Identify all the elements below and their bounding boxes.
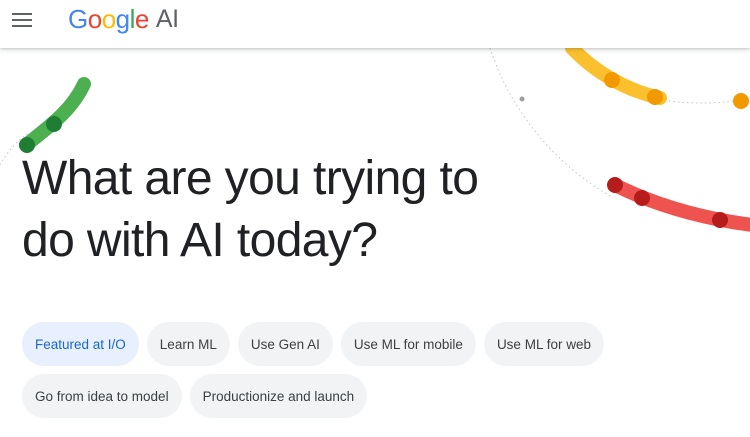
chip-use-ml-for-mobile[interactable]: Use ML for mobile	[340, 322, 476, 366]
orbit-line-top-right	[659, 99, 746, 104]
chip-productionize-and-launch[interactable]: Productionize and launch	[189, 374, 368, 418]
page: G o o g l e AI What are you trying to do…	[0, 0, 750, 437]
orbit-dot	[519, 96, 525, 102]
orange-dot	[733, 93, 749, 109]
logo-letter: g	[115, 3, 130, 34]
chip-featured-at-io[interactable]: Featured at I/O	[22, 322, 139, 366]
green-dot	[46, 116, 62, 132]
hero-headline-line-1: What are you trying to	[22, 152, 479, 205]
yellow-arc	[565, 41, 667, 105]
google-ai-logo[interactable]: G o o g l e AI	[68, 4, 179, 34]
logo-letter: e	[134, 3, 149, 34]
logo-suffix: AI	[155, 4, 179, 33]
chip-use-ml-for-web[interactable]: Use ML for web	[483, 322, 604, 366]
hamburger-menu-icon	[12, 13, 32, 27]
red-dot	[712, 212, 728, 228]
chip-use-gen-ai[interactable]: Use Gen AI	[237, 322, 333, 366]
hero-headline-line-2: do with AI today?	[22, 214, 378, 267]
top-app-bar: G o o g l e AI	[0, 0, 750, 48]
chip-row: Go from idea to model Productionize and …	[22, 374, 642, 418]
green-arc	[19, 77, 91, 152]
logo-letter: o	[87, 3, 102, 34]
hero-headline: What are you trying to do with AI today?	[22, 148, 622, 272]
menu-button[interactable]	[4, 0, 40, 40]
chip-go-from-idea-to-model[interactable]: Go from idea to model	[22, 374, 182, 418]
chip-learn-ml[interactable]: Learn ML	[146, 322, 230, 366]
red-dot	[634, 190, 650, 206]
orange-dot	[604, 72, 620, 88]
orange-dot	[647, 89, 663, 105]
topic-chips: Featured at I/O Learn ML Use Gen AI Use …	[22, 322, 642, 426]
logo-letter: G	[68, 3, 88, 34]
chip-row: Featured at I/O Learn ML Use Gen AI Use …	[22, 322, 642, 366]
logo-letter: o	[101, 3, 116, 34]
red-arc	[608, 178, 750, 232]
